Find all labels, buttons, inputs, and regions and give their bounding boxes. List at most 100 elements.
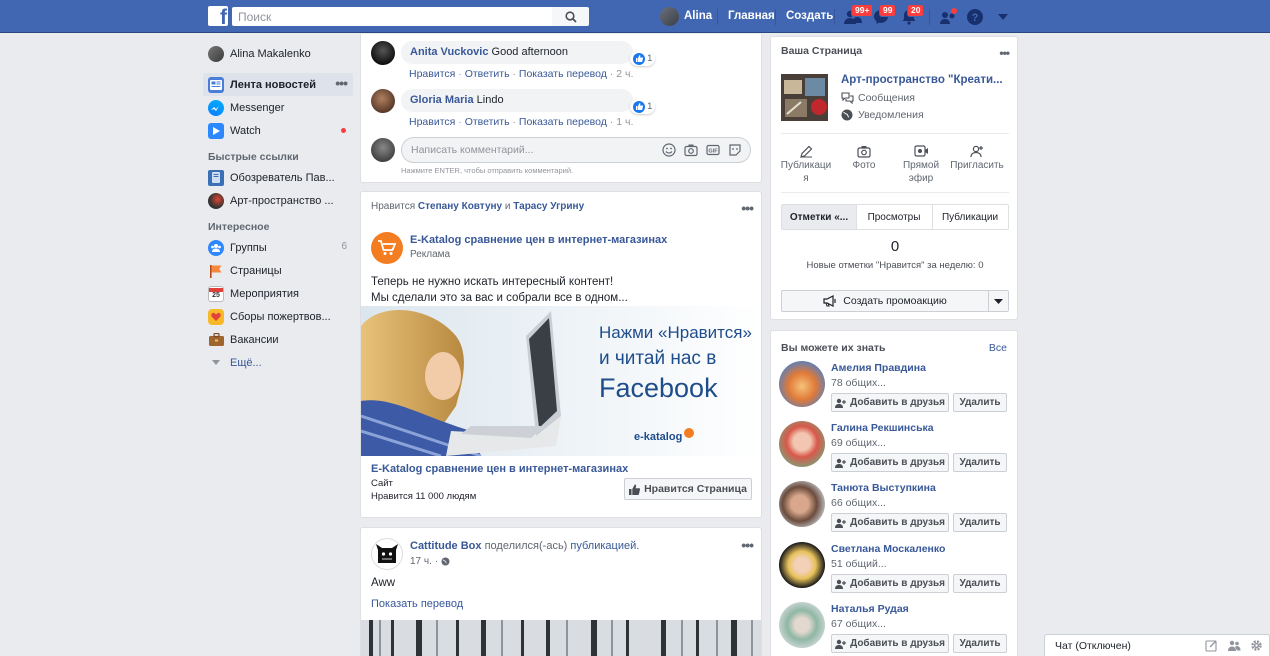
comment-author[interactable]: Anita Vuckovic: [410, 46, 488, 58]
emoji-icon[interactable]: [662, 143, 676, 157]
person-name[interactable]: Наталья Рудая: [831, 603, 1007, 615]
friend-requests-button[interactable]: 99+: [843, 4, 874, 27]
sidebar-item-groups[interactable]: Группы 6: [203, 236, 353, 259]
page-cover-image[interactable]: [781, 74, 828, 121]
search-input[interactable]: [232, 7, 552, 26]
mutual-friends[interactable]: 78 общих...: [831, 377, 1007, 389]
avatar[interactable]: [779, 421, 825, 467]
create-link[interactable]: Создать: [786, 10, 833, 22]
person-name[interactable]: Галина Рекшинська: [831, 422, 1007, 434]
author-link[interactable]: Cattitude Box: [410, 540, 482, 552]
remove-suggestion-button[interactable]: Удалить: [953, 513, 1007, 532]
page-options-icon[interactable]: •••: [999, 47, 1010, 59]
person-name[interactable]: Танюта Выступкина: [831, 482, 1007, 494]
like-link[interactable]: Нравится: [409, 116, 455, 128]
avatar[interactable]: [779, 602, 825, 648]
messages-button[interactable]: 99: [871, 4, 897, 27]
shared-object-link[interactable]: публикацией.: [570, 540, 639, 552]
friend-link[interactable]: Тарасу Угрину: [513, 201, 584, 212]
help-button[interactable]: ?: [965, 7, 985, 27]
reply-link[interactable]: Ответить: [465, 116, 510, 128]
gif-icon[interactable]: GIF: [706, 143, 720, 157]
avatar[interactable]: [779, 481, 825, 527]
add-friend-button[interactable]: Добавить в друзья: [831, 634, 949, 653]
comment-author[interactable]: Gloria Maria: [410, 94, 474, 106]
person-name[interactable]: Светлана Москаленко: [831, 543, 1007, 555]
chat-bar[interactable]: Чат (Отключен): [1044, 634, 1270, 656]
sidebar-item-jobs[interactable]: Вакансии: [203, 328, 353, 351]
sidebar-item-news-feed[interactable]: Лента новостей •••: [203, 73, 353, 96]
sidebar-item-shortcut[interactable]: Арт-пространство ...: [203, 189, 353, 212]
mutual-friends[interactable]: 66 общих...: [831, 497, 1007, 509]
home-link[interactable]: Главная: [728, 10, 775, 22]
ad-image[interactable]: Нажми «Нравится» и читай нас в Facebook …: [361, 306, 761, 456]
page-tool-invite[interactable]: Пригласить: [949, 143, 1005, 172]
sidebar-item-pages[interactable]: Страницы: [203, 259, 353, 282]
avatar[interactable]: [371, 41, 395, 65]
tab-posts[interactable]: Публикации: [932, 204, 1009, 230]
comment-input[interactable]: Написать комментарий... GIF: [401, 137, 751, 163]
mutual-friends[interactable]: 69 общих...: [831, 437, 1007, 449]
avatar[interactable]: [371, 89, 395, 113]
create-promotion-button[interactable]: Создать промоакцию: [781, 290, 989, 312]
comment-timestamp[interactable]: 2 ч.: [616, 68, 633, 80]
mutual-friends[interactable]: 51 общий...: [831, 558, 1007, 570]
more-options-icon[interactable]: •••: [335, 75, 348, 91]
page-name-link[interactable]: E-Katalog сравнение цен в интернет-магаз…: [410, 234, 667, 246]
remove-suggestion-button[interactable]: Удалить: [953, 574, 1007, 593]
account-menu-button[interactable]: [993, 7, 1013, 27]
post-options-icon[interactable]: •••: [741, 538, 754, 552]
page-tool-publish[interactable]: Публикаци я: [778, 143, 834, 185]
sidebar-item-profile[interactable]: Alina Makalenko: [203, 42, 353, 65]
add-friend-button[interactable]: Добавить в друзья: [831, 393, 949, 412]
translate-link[interactable]: Показать перевод: [519, 68, 607, 80]
page-avatar[interactable]: [371, 538, 403, 570]
translate-link[interactable]: Показать перевод: [519, 116, 607, 128]
avatar[interactable]: [779, 542, 825, 588]
page-tool-live[interactable]: Прямой эфир: [893, 143, 949, 185]
sidebar-item-events[interactable]: 25 Мероприятия: [203, 282, 353, 305]
person-name[interactable]: Амелия Правдина: [831, 362, 1007, 374]
mutual-friends[interactable]: 67 общих...: [831, 618, 1007, 630]
promotion-dropdown-button[interactable]: [988, 290, 1009, 312]
add-friend-button[interactable]: Добавить в друзья: [831, 574, 949, 593]
search-button[interactable]: [552, 7, 589, 26]
page-messages-link[interactable]: Сообщения: [841, 92, 915, 104]
sponsored-label[interactable]: Реклама: [410, 249, 450, 260]
sidebar-item-messenger[interactable]: Messenger: [203, 96, 353, 119]
sticker-icon[interactable]: [728, 143, 742, 157]
post-image[interactable]: [361, 620, 761, 656]
page-tool-photo[interactable]: Фото: [836, 143, 892, 172]
reaction-count[interactable]: 1: [630, 99, 656, 114]
sidebar-item-fundraisers[interactable]: Сборы пожертвов...: [203, 305, 353, 328]
post-options-icon[interactable]: •••: [741, 201, 754, 215]
gear-icon[interactable]: [1250, 639, 1263, 652]
new-message-icon[interactable]: [1205, 639, 1218, 652]
reply-link[interactable]: Ответить: [465, 68, 510, 80]
tab-likes[interactable]: Отметки «...: [781, 204, 857, 230]
translate-link[interactable]: Показать перевод: [371, 598, 463, 610]
profile-link[interactable]: Alina: [684, 10, 712, 22]
reaction-count[interactable]: 1: [630, 51, 656, 66]
remove-suggestion-button[interactable]: Удалить: [953, 453, 1007, 472]
tab-views[interactable]: Просмотры: [856, 204, 933, 230]
comment-timestamp[interactable]: 1 ч.: [616, 116, 633, 128]
camera-icon[interactable]: [684, 143, 698, 157]
friend-link[interactable]: Степану Ковтуну: [418, 201, 502, 212]
sidebar-item-watch[interactable]: Watch: [203, 119, 353, 142]
like-page-button[interactable]: Нравится Страница: [624, 478, 752, 500]
page-avatar[interactable]: [371, 232, 403, 264]
add-friend-button[interactable]: Добавить в друзья: [831, 513, 949, 532]
page-notifications-link[interactable]: Уведомления: [841, 109, 924, 121]
post-timestamp[interactable]: 17 ч.: [410, 556, 432, 567]
group-chat-icon[interactable]: [1227, 639, 1241, 652]
avatar[interactable]: [779, 361, 825, 407]
sidebar-item-shortcut[interactable]: Обозреватель Пав...: [203, 166, 353, 189]
quick-help-button[interactable]: [938, 7, 958, 27]
facebook-logo-icon[interactable]: f: [208, 6, 228, 26]
user-avatar[interactable]: [660, 7, 679, 26]
page-name-link[interactable]: Арт-пространство "Креати...: [841, 74, 1003, 86]
like-link[interactable]: Нравится: [409, 68, 455, 80]
see-all-link[interactable]: Все: [989, 342, 1007, 354]
sidebar-see-more[interactable]: Ещё...: [203, 351, 353, 374]
